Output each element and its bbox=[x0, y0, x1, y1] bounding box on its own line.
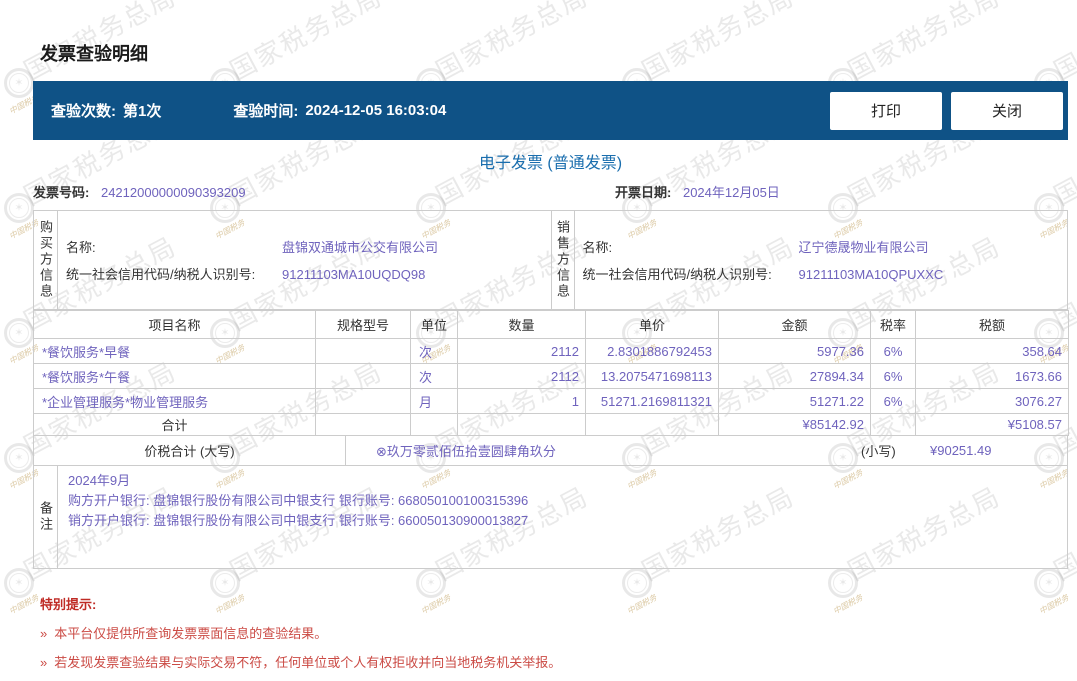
line-items-table: 项目名称 规格型号 单位 数量 单价 金额 税率 税额 *餐饮服务*早餐 次 2… bbox=[33, 310, 1069, 436]
item-name: *餐饮服务*早餐 bbox=[33, 338, 316, 364]
total-label: 合计 bbox=[33, 413, 316, 436]
print-button[interactable]: 打印 bbox=[830, 91, 942, 130]
notice-line: » 若发现发票查验结果与实际交易不符，任何单位或个人有权拒收并向当地税务机关举报。 bbox=[40, 655, 1068, 670]
item-amount: 27894.34 bbox=[718, 363, 871, 389]
col-header-amount: 金额 bbox=[718, 310, 871, 339]
col-header-qty: 数量 bbox=[457, 310, 586, 339]
notice-text: 本平台仅提供所查询发票票面信息的查验结果。 bbox=[54, 626, 328, 641]
special-notice-title: 特别提示: bbox=[40, 597, 97, 612]
verification-topbar: 查验次数: 第1次 查验时间: 2024-12-05 16:03:04 打印 关… bbox=[33, 81, 1068, 140]
notice-line: » 本平台仅提供所查询发票票面信息的查验结果。 bbox=[40, 626, 1068, 641]
tax-total-small-label: (小写) bbox=[861, 444, 896, 459]
page-title: 发票查验明细 bbox=[40, 44, 148, 64]
item-spec bbox=[315, 363, 411, 389]
remarks-content: 2024年9月 购方开户银行: 盘锦银行股份有限公司中银支行 银行账号: 668… bbox=[58, 466, 1067, 568]
tax-total-label: 价税合计 (大写) bbox=[34, 436, 346, 465]
check-time-value: 2024-12-05 16:03:04 bbox=[305, 102, 447, 119]
item-qty: 2112 bbox=[457, 363, 586, 389]
buyer-side-label: 购买方信息 bbox=[34, 211, 58, 309]
item-qty: 2112 bbox=[457, 338, 586, 364]
seller-taxid-value: 91211103MA10QPUXXC bbox=[798, 267, 944, 282]
seller-side-label: 销售方信息 bbox=[550, 211, 575, 309]
seller-info: 名称: 辽宁德晟物业有限公司 统一社会信用代码/纳税人识别号: 91211103… bbox=[575, 211, 1068, 309]
tax-total-row: 价税合计 (大写) ⊗玖万零贰佰伍拾壹圆肆角玖分 (小写) ¥90251.49 bbox=[33, 436, 1068, 466]
col-header-item-name: 项目名称 bbox=[33, 310, 316, 339]
bullet-icon: » bbox=[40, 626, 48, 641]
bullet-icon: » bbox=[40, 655, 48, 670]
invoice-verification-page: ✶国家税务总局中国税务✶国家税务总局中国税务✶国家税务总局中国税务✶国家税务总局… bbox=[0, 0, 1077, 681]
remark-line: 购方开户银行: 盘锦银行股份有限公司中银支行 银行账号: 66805010010… bbox=[68, 493, 529, 508]
tax-total-small-value: ¥90251.49 bbox=[930, 443, 992, 458]
invoice-number-row: 发票号码: 24212000000090393209 开票日期: 2024年12… bbox=[33, 183, 1068, 203]
empty-cell bbox=[410, 413, 458, 436]
special-notice: 特别提示: » 本平台仅提供所查询发票票面信息的查验结果。 » 若发现发票查验结果与… bbox=[33, 597, 1068, 670]
item-unit: 次 bbox=[410, 338, 458, 364]
buyer-name-value: 盘锦双通城市公交有限公司 bbox=[282, 240, 439, 255]
buyer-taxid-value: 91211103MA10UQDQ98 bbox=[282, 267, 426, 282]
check-time-label: 查验时间: bbox=[233, 103, 299, 120]
item-amount: 51271.22 bbox=[718, 388, 871, 414]
seller-taxid-label: 统一社会信用代码/纳税人识别号: bbox=[582, 267, 772, 282]
remarks-box: 备注 2024年9月 购方开户银行: 盘锦银行股份有限公司中银支行 银行账号: … bbox=[33, 466, 1068, 569]
item-price: 51271.2169811321 bbox=[585, 388, 719, 414]
buyer-name-label: 名称: bbox=[66, 240, 96, 255]
check-count-label: 查验次数: bbox=[51, 103, 116, 120]
notice-text: 若发现发票查验结果与实际交易不符，任何单位或个人有权拒收并向当地税务机关举报。 bbox=[54, 655, 562, 670]
item-name: *餐饮服务*午餐 bbox=[33, 363, 316, 389]
buyer-info: 名称: 盘锦双通城市公交有限公司 统一社会信用代码/纳税人识别号: 912111… bbox=[58, 211, 551, 309]
item-unit: 月 bbox=[410, 388, 458, 414]
remark-line: 销方开户银行: 盘锦银行股份有限公司中银支行 银行账号: 66005013090… bbox=[68, 513, 529, 528]
item-unit: 次 bbox=[410, 363, 458, 389]
table-total-row: 合计 ¥85142.92 ¥5108.57 bbox=[33, 413, 1069, 436]
table-row: *企业管理服务*物业管理服务 月 1 51271.2169811321 5127… bbox=[33, 388, 1069, 414]
seller-name-label: 名称: bbox=[582, 240, 613, 255]
total-tax: ¥5108.57 bbox=[915, 413, 1069, 436]
col-header-price: 单价 bbox=[585, 310, 719, 339]
item-tax-rate: 6% bbox=[870, 363, 916, 389]
item-tax: 1673.66 bbox=[915, 363, 1069, 389]
remark-line: 2024年9月 bbox=[68, 473, 131, 488]
item-price: 13.2075471698113 bbox=[585, 363, 719, 389]
empty-cell bbox=[585, 413, 719, 436]
remarks-side-label: 备注 bbox=[34, 466, 58, 568]
item-qty: 1 bbox=[457, 388, 586, 414]
col-header-tax-rate: 税率 bbox=[870, 310, 916, 339]
invoice-type-title: 电子发票 (普通发票) bbox=[478, 155, 623, 172]
seller-name-value: 辽宁德晟物业有限公司 bbox=[798, 240, 929, 255]
table-row: *餐饮服务*早餐 次 2112 2.8301886792453 5977.36 … bbox=[33, 338, 1069, 364]
item-amount: 5977.36 bbox=[718, 338, 871, 364]
item-price: 2.8301886792453 bbox=[585, 338, 719, 364]
check-count-value: 第1次 bbox=[123, 103, 162, 120]
item-tax-rate: 6% bbox=[870, 388, 916, 414]
col-header-tax: 税额 bbox=[915, 310, 1069, 339]
total-amount: ¥85142.92 bbox=[718, 413, 871, 436]
buyer-taxid-label: 统一社会信用代码/纳税人识别号: bbox=[66, 267, 256, 282]
item-tax: 358.64 bbox=[915, 338, 1069, 364]
tax-total-words: ⊗玖万零贰佰伍拾壹圆肆角玖分 bbox=[376, 444, 556, 459]
close-button[interactable]: 关闭 bbox=[951, 91, 1063, 130]
col-header-spec: 规格型号 bbox=[315, 310, 411, 339]
item-tax: 3076.27 bbox=[915, 388, 1069, 414]
invoice-date-value: 2024年12月05日 bbox=[682, 185, 780, 200]
table-row: *餐饮服务*午餐 次 2112 13.2075471698113 27894.3… bbox=[33, 363, 1069, 389]
invoice-date-label: 开票日期: bbox=[615, 185, 672, 200]
invoice-number-label: 发票号码: bbox=[33, 185, 90, 200]
empty-cell bbox=[457, 413, 586, 436]
item-tax-rate: 6% bbox=[870, 338, 916, 364]
empty-cell bbox=[315, 413, 411, 436]
col-header-unit: 单位 bbox=[410, 310, 458, 339]
item-name: *企业管理服务*物业管理服务 bbox=[33, 388, 316, 414]
buyer-seller-box: 购买方信息 名称: 盘锦双通城市公交有限公司 统一社会信用代码/纳税人识别号: … bbox=[33, 210, 1068, 310]
table-header-row: 项目名称 规格型号 单位 数量 单价 金额 税率 税额 bbox=[33, 310, 1069, 339]
item-spec bbox=[315, 388, 411, 414]
item-spec bbox=[315, 338, 411, 364]
invoice-number-value: 24212000000090393209 bbox=[100, 185, 246, 200]
empty-cell bbox=[870, 413, 916, 436]
